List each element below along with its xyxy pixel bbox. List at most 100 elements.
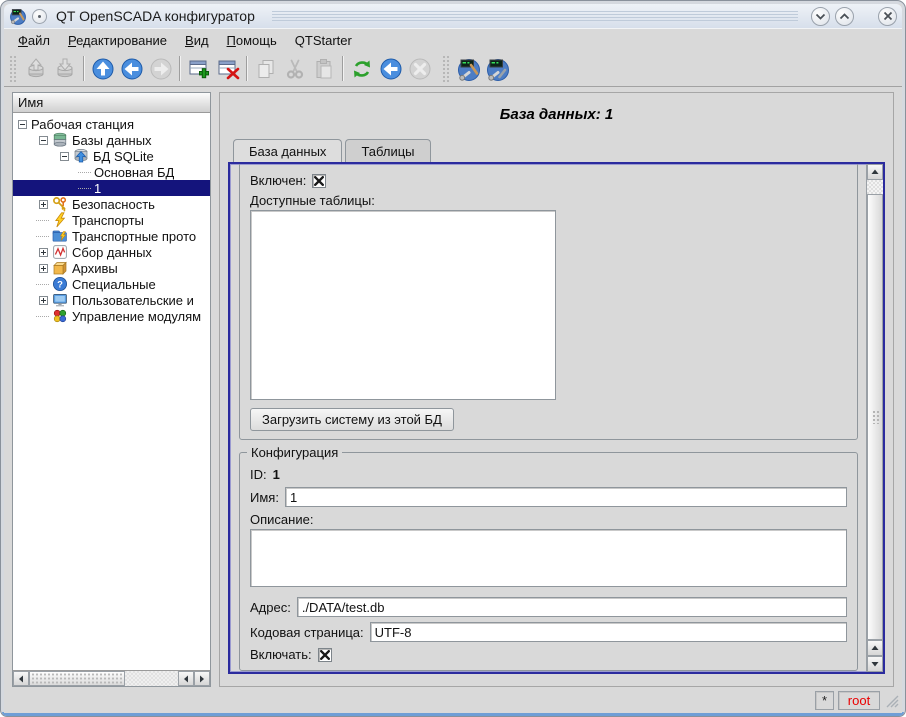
modified-indicator: * — [815, 691, 834, 710]
expander-plus-icon[interactable] — [39, 296, 48, 305]
user-indicator: root — [838, 691, 880, 710]
tab-tables[interactable]: Таблицы — [345, 139, 430, 162]
menu-help[interactable]: Помощь — [218, 31, 286, 50]
load-from-db-icon — [24, 57, 48, 81]
db-sqlite-icon — [73, 148, 89, 164]
databases-icon — [52, 132, 68, 148]
qtstarter-tools-button[interactable] — [483, 54, 512, 83]
scrollbar-thumb[interactable] — [867, 194, 883, 640]
paste-button — [309, 54, 338, 83]
tree-item-data-acquisition[interactable]: Сбор данных — [13, 244, 210, 260]
security-icon — [52, 196, 68, 212]
check-x-icon — [314, 176, 324, 186]
enable-checkbox[interactable] — [318, 648, 332, 662]
maximize-button[interactable] — [835, 7, 854, 26]
go-up-button[interactable] — [88, 54, 117, 83]
transports-icon — [52, 212, 68, 228]
close-button[interactable] — [878, 7, 897, 26]
id-value: 1 — [273, 467, 280, 482]
menu-view[interactable]: Вид — [176, 31, 218, 50]
window: QT OpenSCADA конфигуратор Файл Редактиро… — [0, 0, 906, 717]
expander-plus-icon[interactable] — [39, 200, 48, 209]
titlebar[interactable]: QT OpenSCADA конфигуратор — [4, 4, 902, 28]
save-to-db-button — [50, 54, 79, 83]
go-up-icon — [91, 57, 115, 81]
enable-label: Включать: — [250, 647, 312, 662]
minimize-button[interactable] — [811, 7, 830, 26]
resize-grip[interactable] — [884, 693, 899, 708]
scroll-up-button[interactable] — [867, 640, 883, 656]
tree-item-db-sqlite[interactable]: БД SQLite — [13, 148, 210, 164]
expander-minus-icon[interactable] — [18, 120, 27, 129]
cut-button — [280, 54, 309, 83]
tree-item-transports[interactable]: Транспорты — [13, 212, 210, 228]
delete-item-button[interactable] — [213, 54, 242, 83]
tree-item-archives[interactable]: Архивы — [13, 260, 210, 276]
address-input[interactable] — [297, 597, 847, 617]
enabled-label: Включен: — [250, 173, 306, 188]
pin-button[interactable] — [32, 9, 47, 24]
protocols-icon — [52, 228, 68, 244]
tab-bar: База данных Таблицы — [228, 139, 885, 162]
go-forward-button — [146, 54, 175, 83]
description-textarea[interactable] — [250, 529, 847, 587]
toolbar-drag-handle[interactable] — [9, 55, 18, 83]
enabled-checkbox[interactable] — [312, 174, 326, 188]
go-back-button[interactable] — [117, 54, 146, 83]
content-area: Имя Рабочая станция Базы данных — [4, 87, 902, 689]
tab-database[interactable]: База данных — [233, 139, 342, 162]
go-forward-icon — [149, 57, 173, 81]
qtstarter-config-button[interactable] — [454, 54, 483, 83]
expander-plus-icon[interactable] — [39, 264, 48, 273]
tree-item-main-db[interactable]: Основная БД — [13, 164, 210, 180]
scroll-down-button[interactable] — [867, 656, 883, 672]
refresh-button[interactable] — [347, 54, 376, 83]
form-vertical-scrollbar — [866, 164, 883, 672]
cut-icon — [283, 57, 307, 81]
tables-listbox[interactable] — [250, 210, 556, 400]
delete-item-icon — [216, 57, 240, 81]
start-button[interactable] — [376, 54, 405, 83]
qtstarter-tools-icon — [485, 56, 511, 82]
codepage-input[interactable] — [370, 622, 847, 642]
toolbar-separator — [83, 56, 84, 81]
tree-item-security[interactable]: Безопасность — [13, 196, 210, 212]
main-panel: База данных: 1 База данных Таблицы Состо… — [219, 92, 894, 687]
scroll-left-button[interactable] — [178, 671, 194, 686]
scrollbar-track — [867, 180, 883, 194]
daq-icon — [52, 244, 68, 260]
tree-item-module-management[interactable]: Управление модулям — [13, 308, 210, 324]
tree-item-1-selected[interactable]: 1 — [13, 180, 210, 196]
scroll-left-button[interactable] — [13, 671, 29, 686]
tree-item-databases[interactable]: Базы данных — [13, 132, 210, 148]
scroll-up-button[interactable] — [867, 164, 883, 180]
tree-item-transport-protocols[interactable]: Транспортные прото — [13, 228, 210, 244]
load-system-button[interactable]: Загрузить систему из этой БД — [250, 408, 454, 431]
expander-plus-icon[interactable] — [39, 248, 48, 257]
load-from-db-button — [21, 54, 50, 83]
svg-text:?: ? — [57, 279, 63, 290]
name-label: Имя: — [250, 490, 279, 505]
tree-header-name[interactable]: Имя — [13, 93, 210, 113]
name-input[interactable] — [285, 487, 847, 507]
menu-edit[interactable]: Редактирование — [59, 31, 176, 50]
expander-minus-icon[interactable] — [60, 152, 69, 161]
page-title: База данных: 1 — [228, 106, 885, 123]
app-icon[interactable] — [9, 7, 27, 25]
paste-icon — [312, 57, 336, 81]
menu-qtstarter[interactable]: QTStarter — [286, 31, 361, 50]
tree-item-user-interfaces[interactable]: Пользовательские и — [13, 292, 210, 308]
expander-minus-icon[interactable] — [39, 136, 48, 145]
toolbar-drag-handle[interactable] — [442, 55, 451, 83]
add-item-button[interactable] — [184, 54, 213, 83]
tree-item-special[interactable]: ? Специальные — [13, 276, 210, 292]
scroll-right-button[interactable] — [194, 671, 210, 686]
scrollbar-thumb[interactable] — [29, 671, 125, 686]
form-scroll-area: Состояние Включен: Доступные таблицы: — [228, 162, 885, 674]
tree-item-workstation[interactable]: Рабочая станция — [13, 116, 210, 132]
tables-label: Доступные таблицы: — [250, 193, 375, 208]
window-title: QT OpenSCADA конфигуратор — [52, 8, 259, 24]
save-to-db-icon — [53, 57, 77, 81]
qtstarter-config-icon — [456, 56, 482, 82]
menu-file[interactable]: Файл — [9, 31, 59, 50]
